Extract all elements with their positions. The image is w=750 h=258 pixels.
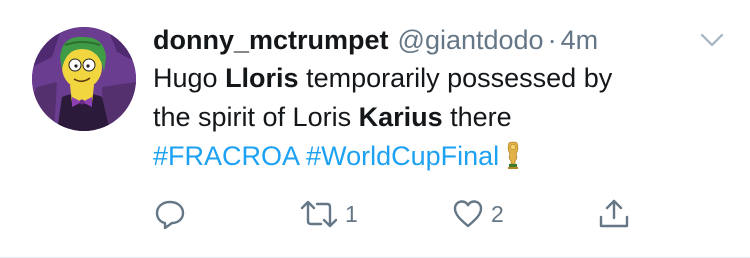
retweet-button[interactable]: 1 [299, 196, 358, 232]
like-button[interactable]: 2 [451, 196, 504, 232]
trophy-icon [507, 141, 519, 169]
chevron-down-icon[interactable] [699, 30, 725, 50]
tweet-text-line-2: the spirit of Loris Karius there [153, 98, 713, 137]
reply-icon [155, 200, 185, 230]
share-icon [599, 199, 629, 228]
retweet-count: 1 [345, 200, 358, 227]
separator-dot: · [547, 25, 557, 55]
tweet-card[interactable]: donny_mctrumpet @giantdodo · 4m Hugo Llo… [0, 0, 750, 258]
display-name[interactable]: donny_mctrumpet [153, 20, 389, 60]
reply-button[interactable] [153, 196, 187, 232]
hashtag-fracroa[interactable]: #FRACROA [153, 141, 299, 171]
tweet-content: donny_mctrumpet @giantdodo · 4m Hugo Llo… [153, 20, 724, 176]
tweet-header: donny_mctrumpet @giantdodo · 4m [153, 20, 724, 60]
mention-karius: Karius [358, 102, 443, 132]
share-button[interactable] [597, 196, 631, 232]
like-count: 2 [491, 200, 504, 227]
user-handle[interactable]: @giantdodo [398, 20, 544, 60]
avatar[interactable] [32, 27, 136, 131]
mention-lloris: Lloris [225, 63, 299, 93]
tweet-text-line-3: #FRACROA #WorldCupFinal [153, 137, 713, 176]
retweet-icon [300, 200, 338, 228]
text-segment: Hugo [153, 63, 226, 93]
tweet-text-line-1: Hugo Lloris temporarily possessed by [153, 59, 713, 98]
timestamp[interactable]: 4m [561, 20, 599, 60]
text-segment: temporarily possessed by [298, 63, 613, 93]
hashtag-worldcupfinal[interactable]: #WorldCupFinal [306, 141, 499, 171]
text-segment: there [442, 102, 512, 132]
avatar-image [32, 27, 136, 131]
tweet-text: Hugo Lloris temporarily possessed by the… [153, 59, 713, 176]
heart-icon [453, 200, 483, 228]
tweet-actions: 1 2 [153, 196, 673, 232]
text-segment: the spirit of Loris [153, 102, 359, 132]
